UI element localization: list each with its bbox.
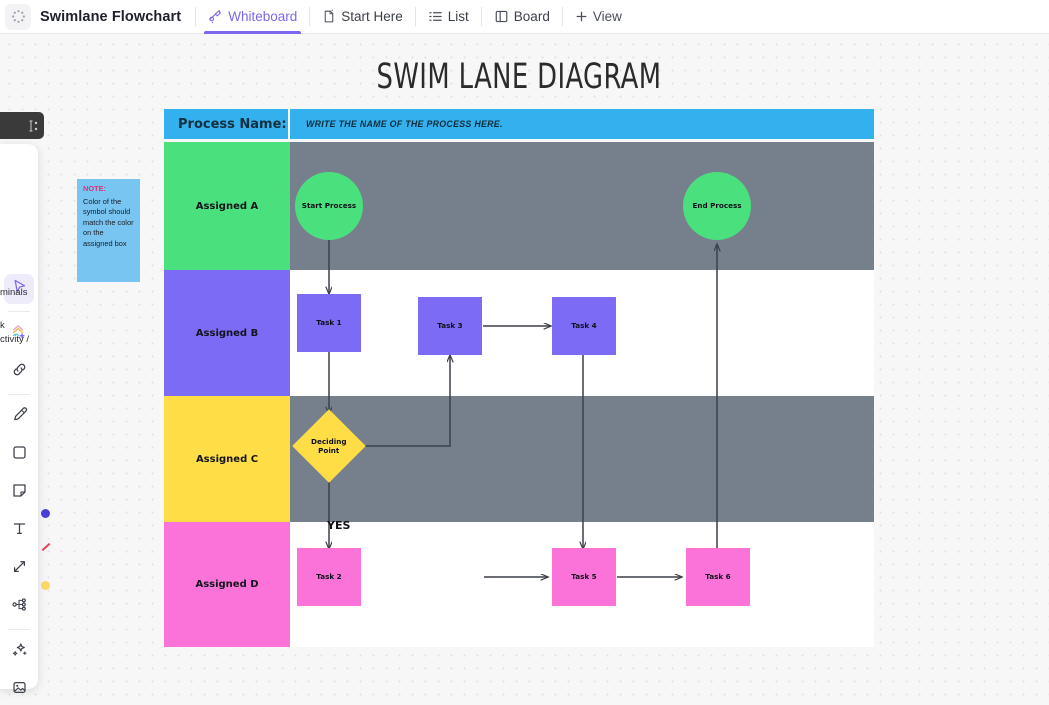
legend-peek-text: minals k ctivity / <box>0 286 60 346</box>
legend-fragment-activity: ctivity / <box>0 333 30 345</box>
diagram-title: SWIM LANE DIAGRAM <box>376 57 662 97</box>
tab-start-here-label: Start Here <box>341 9 403 24</box>
whiteboard-canvas[interactable]: SWIM LANE DIAGRAM Process Name: WRITE TH… <box>0 34 1049 705</box>
node-start-process[interactable]: Start Process <box>295 172 363 240</box>
tab-active-underline <box>204 30 302 34</box>
pen-tool[interactable] <box>4 402 34 432</box>
node-task-2[interactable]: Task 2 <box>297 548 361 606</box>
image-icon <box>11 679 28 701</box>
add-view-button[interactable]: View <box>563 0 634 34</box>
sticky-note-body: Color of the symbol should match the col… <box>83 196 134 248</box>
sparkle-icon <box>11 641 28 663</box>
tool-tooltip <box>0 112 44 139</box>
whiteboard-icon <box>208 9 223 24</box>
square-icon <box>11 444 28 466</box>
node-task-3[interactable]: Task 3 <box>418 297 482 355</box>
add-view-label: View <box>592 9 622 24</box>
whiteboard-app: Swimlane Flowchart Whiteboard Start Here… <box>0 0 1049 705</box>
node-task-1[interactable]: Task 1 <box>297 294 361 352</box>
process-name-label: Process Name: <box>164 109 290 139</box>
sticky-note-keyword: NOTE: <box>83 184 106 193</box>
doc-icon <box>322 9 336 24</box>
tooltip-glyph-icon <box>29 120 38 131</box>
node-start-process-label: Start Process <box>301 201 357 211</box>
plus-icon <box>575 10 588 23</box>
node-deciding-point-label: Deciding Point <box>311 436 347 455</box>
node-task-4-label: Task 4 <box>571 321 597 331</box>
top-bar: Swimlane Flowchart Whiteboard Start Here… <box>0 0 1049 34</box>
board-icon <box>494 9 509 24</box>
text-t-icon <box>11 520 28 542</box>
process-name-bar: Process Name: WRITE THE NAME OF THE PROC… <box>164 109 874 139</box>
rectangle-tool[interactable] <box>4 440 34 470</box>
edge-label-yes: YES <box>327 519 351 532</box>
connector-arrow-icon <box>11 558 28 580</box>
legend-fragment-task: k <box>0 319 5 331</box>
tool-rail: minals k ctivity / <box>0 144 51 694</box>
connector-tool[interactable] <box>4 554 34 584</box>
list-icon <box>428 9 443 24</box>
sticky-note-icon <box>11 482 28 504</box>
swimlane-d-label: Assigned D <box>164 522 290 647</box>
color-swatch-yellow[interactable] <box>41 581 50 590</box>
node-task-5[interactable]: Task 5 <box>552 548 616 606</box>
node-end-process-label: End Process <box>692 201 742 211</box>
link-tool[interactable] <box>4 357 34 387</box>
sticky-note-tool[interactable] <box>4 478 34 508</box>
tab-whiteboard[interactable]: Whiteboard <box>196 0 309 34</box>
document-title: Swimlane Flowchart <box>40 8 182 25</box>
swimlanes: Assigned A Assigned B Assigned C Assigne… <box>164 142 874 647</box>
legend-fragment-terminals: minals <box>0 287 28 298</box>
color-swatch-red[interactable] <box>41 542 51 552</box>
sticky-note[interactable]: NOTE: Color of the symbol should match t… <box>77 179 140 282</box>
node-task-1-label: Task 1 <box>316 318 342 328</box>
node-task-2-label: Task 2 <box>316 572 342 582</box>
swimlane-diagram: SWIM LANE DIAGRAM Process Name: WRITE TH… <box>164 60 874 647</box>
flow-node-layer: Start Process End Process Task 1 Task 3 <box>290 142 874 647</box>
swimlane-b-label: Assigned B <box>164 270 290 396</box>
tab-list-label: List <box>447 9 469 24</box>
node-task-6-label: Task 6 <box>705 572 731 582</box>
tab-list[interactable]: List <box>416 0 481 34</box>
tool-divider <box>8 394 30 395</box>
tab-board[interactable]: Board <box>482 0 562 34</box>
tab-start-here[interactable]: Start Here <box>310 0 415 34</box>
link-icon <box>11 361 28 383</box>
mindmap-icon <box>11 596 28 618</box>
highlighter-icon <box>11 406 28 428</box>
swimlane-c-label: Assigned C <box>164 396 290 522</box>
node-task-6[interactable]: Task 6 <box>686 548 750 606</box>
process-name-value[interactable]: WRITE THE NAME OF THE PROCESS HERE. <box>290 109 874 139</box>
app-logo-icon[interactable] <box>5 3 31 30</box>
swimlane-a-label: Assigned A <box>164 142 290 270</box>
ai-tool[interactable] <box>4 637 34 667</box>
mindmap-tool[interactable] <box>4 592 34 622</box>
tab-whiteboard-label: Whiteboard <box>228 9 298 24</box>
tab-board-label: Board <box>513 9 550 24</box>
color-swatch-blue[interactable] <box>41 509 50 518</box>
node-task-5-label: Task 5 <box>571 572 597 582</box>
tool-divider <box>8 629 30 630</box>
text-tool[interactable] <box>4 516 34 546</box>
node-end-process[interactable]: End Process <box>683 172 751 240</box>
node-task-3-label: Task 3 <box>437 321 463 331</box>
node-task-4[interactable]: Task 4 <box>552 297 616 355</box>
image-tool[interactable] <box>4 675 34 705</box>
